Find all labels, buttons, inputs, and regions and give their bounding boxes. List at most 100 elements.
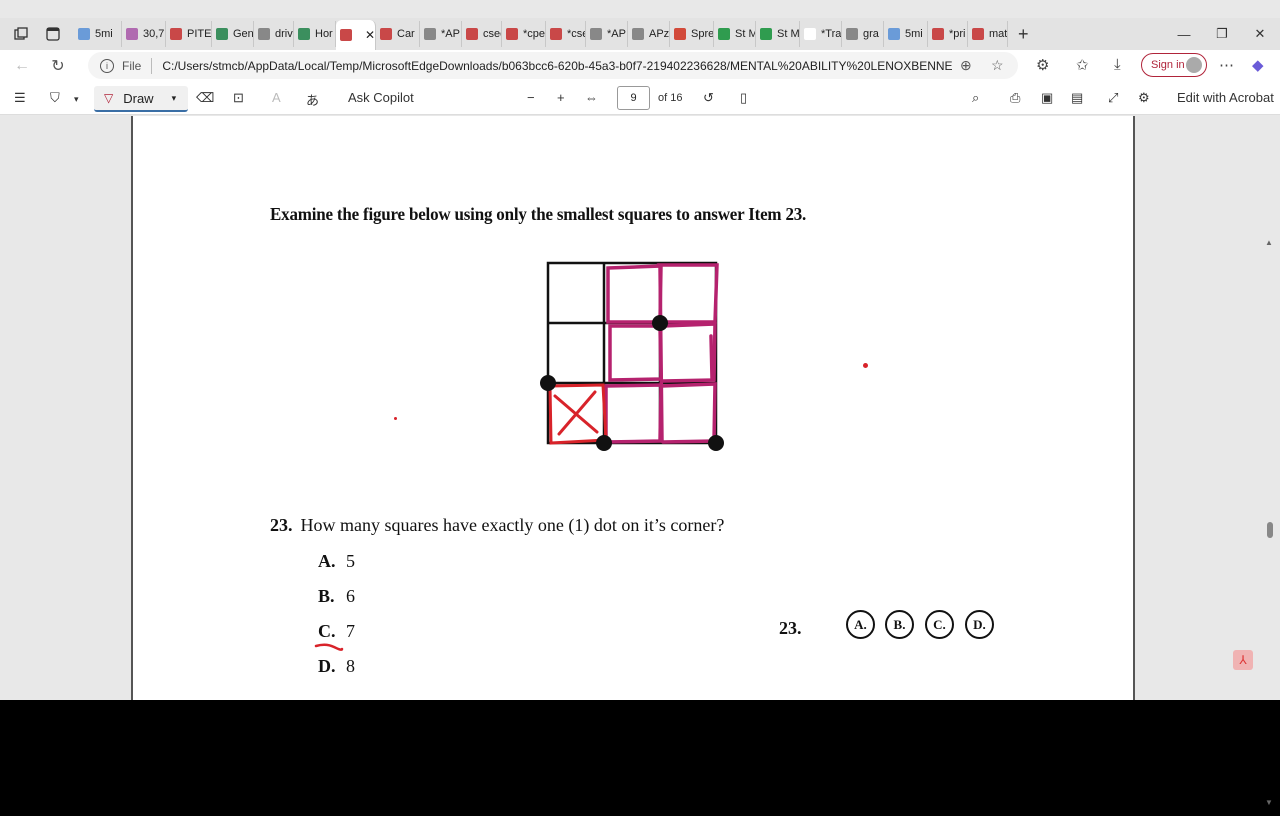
zoom-icon[interactable]: ⊕: [960, 57, 972, 74]
tab-favicon-icon: [932, 28, 944, 40]
close-window-button[interactable]: ✕: [1241, 18, 1279, 50]
downloads-icon[interactable]: ⤓: [1114, 56, 1121, 73]
divider: [151, 57, 153, 74]
address-bar[interactable]: i File C:/Users/stmcb/AppData/Local/Temp…: [88, 52, 1018, 79]
corner-dot: [596, 435, 612, 451]
page-heading: Examine the figure below using only the …: [270, 204, 807, 225]
tab-label: *AP: [607, 28, 626, 40]
fullscreen-icon[interactable]: ⤢: [1108, 90, 1118, 106]
tab-actions-icon[interactable]: [42, 23, 64, 45]
pdf-viewer[interactable]: Examine the figure below using only the …: [0, 116, 1280, 807]
browser-tab[interactable]: St M: [756, 21, 800, 47]
restore-button[interactable]: ❐: [1203, 18, 1241, 50]
option-value: 5: [346, 551, 355, 571]
browser-tab[interactable]: *cpe: [502, 21, 546, 47]
rotate-icon[interactable]: ↺: [703, 90, 714, 106]
back-button[interactable]: ←: [8, 52, 36, 80]
browser-tab[interactable]: gra: [842, 21, 884, 47]
settings-icon[interactable]: ⚙: [1138, 90, 1150, 106]
new-tab-button[interactable]: +: [1018, 24, 1029, 45]
browser-tab[interactable]: *AP: [586, 21, 628, 47]
pdf-toolbar: ☰ ⛉ ▾ ▽ Draw ▾ ⌫ ⊡ A あ Ask Copilot − + ⇔…: [0, 82, 1280, 115]
search-icon[interactable]: ⌕: [972, 90, 979, 106]
answer-bubble-c[interactable]: C.: [925, 610, 954, 639]
answer-bubble-a[interactable]: A.: [846, 610, 875, 639]
tab-label: 5mi: [905, 28, 923, 40]
browser-tab[interactable]: *Tra: [800, 21, 842, 47]
extensions-icon[interactable]: ⚙: [1036, 56, 1049, 74]
browser-tab[interactable]: mat: [968, 21, 1008, 47]
translate-icon[interactable]: あ: [306, 90, 319, 109]
tab-label: Car: [397, 28, 415, 40]
answer-bubble-d[interactable]: D.: [965, 610, 994, 639]
edit-with-acrobat-button[interactable]: Edit with Acrobat: [1177, 90, 1274, 105]
refresh-button[interactable]: ↻: [44, 52, 72, 80]
browser-tab[interactable]: Hor: [294, 21, 336, 47]
tab-label: gra: [863, 28, 879, 40]
fit-page-icon[interactable]: ⇔: [585, 90, 598, 105]
browser-tab[interactable]: ✕: [336, 20, 376, 50]
sign-in-button[interactable]: Sign in: [1141, 53, 1207, 77]
tab-label: *pri: [949, 28, 966, 40]
browser-tab[interactable]: driv: [254, 21, 294, 47]
workspaces-icon[interactable]: [10, 23, 32, 45]
scroll-down-arrow[interactable]: ▼: [1265, 798, 1273, 807]
browser-tab[interactable]: 5mi: [74, 21, 122, 47]
browser-tab[interactable]: Spre: [670, 21, 714, 47]
zoom-in-button[interactable]: +: [557, 90, 565, 105]
url-text[interactable]: C:/Users/stmcb/AppData/Local/Temp/Micros…: [162, 59, 952, 73]
save-as-icon[interactable]: ▤: [1071, 90, 1083, 106]
scroll-up-arrow[interactable]: ▲: [1265, 238, 1273, 247]
browser-tab[interactable]: *AP: [420, 21, 462, 47]
draw-button[interactable]: ▽ Draw ▾: [94, 86, 188, 112]
tab-favicon-icon: [340, 29, 352, 41]
browser-tab[interactable]: *cse: [546, 21, 586, 47]
page-total: of 16: [658, 92, 683, 104]
tab-label: *cpe: [523, 28, 546, 40]
minimize-button[interactable]: —: [1165, 18, 1203, 50]
zoom-out-button[interactable]: −: [527, 90, 535, 105]
ask-copilot-button[interactable]: Ask Copilot: [348, 90, 414, 105]
option-b: B. 6: [318, 586, 355, 607]
browser-tab[interactable]: APz: [628, 21, 670, 47]
tab-bar: 5mi 30,7 PITE Gen driv Hor ✕ Car *AP csec *cpe *cse…: [0, 18, 1280, 50]
option-value: 6: [346, 586, 355, 606]
info-icon[interactable]: i: [100, 58, 114, 73]
print-icon[interactable]: ⎙: [1010, 90, 1020, 106]
tab-favicon-icon: [216, 28, 228, 40]
browser-tab[interactable]: 30,7: [122, 21, 166, 47]
text-box-icon[interactable]: ⊡: [233, 90, 244, 106]
acrobat-icon[interactable]: ⅄: [1233, 650, 1253, 670]
browser-tab[interactable]: St M: [714, 21, 756, 47]
close-tab-icon[interactable]: ✕: [365, 28, 375, 42]
page-number-input[interactable]: 9: [617, 86, 650, 110]
tab-favicon-icon: [126, 28, 138, 40]
contents-icon[interactable]: ☰: [14, 90, 26, 106]
chevron-down-icon[interactable]: ▾: [74, 94, 79, 105]
copilot-icon[interactable]: ◆: [1252, 56, 1264, 74]
highlight-icon[interactable]: ⛉: [50, 90, 60, 106]
page-view-icon[interactable]: ▯: [740, 90, 747, 106]
question-text: How many squares have exactly one (1) do…: [300, 515, 725, 535]
favorite-star-icon[interactable]: ☆: [991, 57, 1004, 74]
more-menu-icon[interactable]: ⋯: [1219, 56, 1234, 74]
favorites-icon[interactable]: ✩: [1076, 56, 1089, 74]
tab-label: mat: [989, 28, 1008, 40]
browser-tab[interactable]: Car: [376, 21, 420, 47]
eraser-icon[interactable]: ⌫: [196, 90, 214, 106]
tab-label: *Tra: [821, 28, 842, 40]
browser-tab[interactable]: PITE: [166, 21, 212, 47]
tab-favicon-icon: [78, 28, 90, 40]
tab-favicon-icon: [760, 28, 772, 40]
scrollbar[interactable]: ▲ ▼: [1262, 232, 1276, 816]
answer-bubble-b[interactable]: B.: [885, 610, 914, 639]
browser-tab[interactable]: csec: [462, 21, 502, 47]
browser-tab[interactable]: Gen: [212, 21, 254, 47]
scrollbar-thumb[interactable]: [1267, 522, 1273, 538]
tab-label: driv: [275, 28, 293, 40]
browser-tab[interactable]: *pri: [928, 21, 968, 47]
pdf-page: Examine the figure below using only the …: [131, 116, 1135, 700]
browser-tab[interactable]: 5mi: [884, 21, 928, 47]
tab-label: PITE: [187, 28, 212, 40]
save-icon[interactable]: ▣: [1041, 90, 1053, 106]
